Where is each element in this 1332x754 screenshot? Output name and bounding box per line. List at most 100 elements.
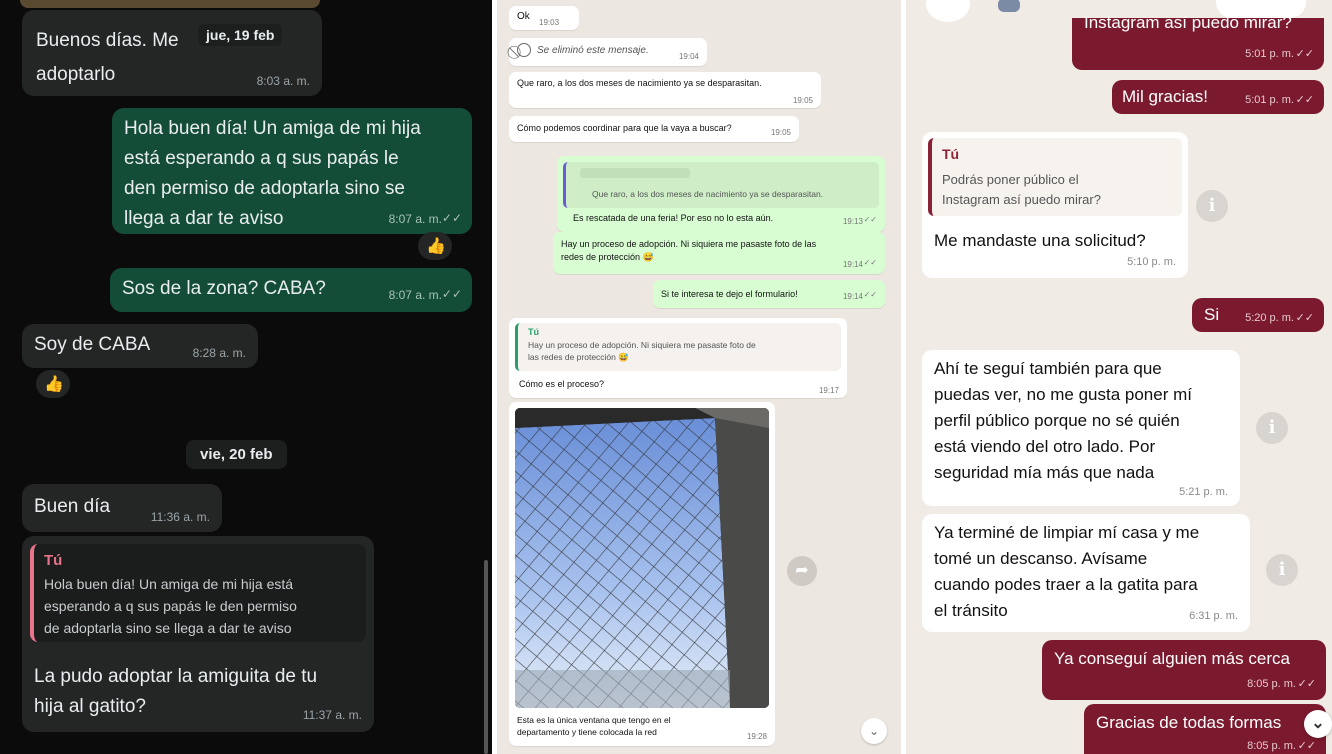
message-bubble-incoming[interactable]: ⃠ Se eliminó este mensaje. 19:04 xyxy=(509,38,707,66)
message-time: 19:04 xyxy=(678,52,699,61)
message-text: Que raro, a los dos meses de nacimiento … xyxy=(517,78,762,88)
header-button[interactable] xyxy=(926,0,970,22)
read-receipt-icon: ✓✓ xyxy=(1295,312,1314,324)
forward-icon[interactable]: ➦ xyxy=(787,556,817,586)
scroll-down-icon[interactable]: ⌄ xyxy=(1304,710,1332,738)
message-text: tomé un descanso. Avísame xyxy=(934,549,1148,568)
quoted-message[interactable]: Que raro, a los dos meses de nacimiento … xyxy=(563,162,879,208)
message-time: 11:36 a. m. xyxy=(150,510,210,524)
message-time: 8:28 a. m. xyxy=(192,346,246,360)
message-bubble-incoming[interactable]: Ya terminé de limpiar mí casa y me tomé … xyxy=(922,514,1250,632)
message-bubble-outgoing[interactable]: Si 5:20 p. m. ✓✓ xyxy=(1192,298,1324,332)
message-bubble-outgoing[interactable]: Hay un proceso de adopción. Ni siquiera … xyxy=(553,232,885,274)
quote-text: esperando a q sus papás le den permiso xyxy=(44,598,297,614)
message-text: puedas ver, no me gusta poner mí xyxy=(934,385,1192,404)
quote-author-blurred xyxy=(580,168,690,178)
message-time: 19:14 xyxy=(842,292,863,301)
message-text: Mil gracias! xyxy=(1122,87,1208,106)
left-chat-screenshot: Buenos días. Me adoptarlo 8:03 a. m. jue… xyxy=(0,0,492,754)
avatar[interactable] xyxy=(998,0,1020,12)
message-text: Ahí te seguí también para que xyxy=(934,359,1162,378)
message-bubble-incoming[interactable]: Buen día 11:36 a. m. xyxy=(22,484,222,532)
message-time: 19:13 xyxy=(842,217,863,226)
quote-author: Tú xyxy=(44,552,63,569)
message-text: perfil público porque no sé quién xyxy=(934,411,1180,430)
message-time: 6:31 p. m. xyxy=(1189,610,1238,622)
message-time: 19:14 xyxy=(842,260,863,269)
message-text: Soy de CABA xyxy=(34,334,151,355)
message-text: Si xyxy=(1204,305,1220,324)
read-receipt-icon: ✓✓ xyxy=(863,290,877,299)
message-bubble-incoming[interactable]: Ahí te seguí también para que puedas ver… xyxy=(922,350,1240,506)
reaction-badge[interactable]: 👍 xyxy=(418,232,452,260)
message-time: 19:28 xyxy=(746,732,767,741)
quote-text: Podrás poner público el xyxy=(942,172,1079,187)
message-text: hija al gatito? xyxy=(34,696,146,717)
message-time: 8:07 a. m. xyxy=(388,288,442,302)
message-text: redes de protección 😅 xyxy=(561,252,654,262)
quoted-message[interactable]: Tú Podrás poner público el Instagram así… xyxy=(928,138,1182,216)
read-receipt-icon: ✓✓ xyxy=(863,215,877,224)
read-receipt-icon: ✓✓ xyxy=(441,211,462,225)
scrollbar[interactable] xyxy=(484,560,488,754)
message-bubble-incoming[interactable]: Soy de CABA 8:28 a. m. xyxy=(22,324,258,368)
message-text: Se eliminó este mensaje. xyxy=(537,45,649,56)
message-text: Si te interesa te dejo el formulario! xyxy=(661,289,798,299)
reaction-badge[interactable]: 👍 xyxy=(36,370,70,398)
message-bubble-incoming[interactable]: Tú Hay un proceso de adopción. Ni siquie… xyxy=(509,318,847,398)
message-text: Es rescatada de una feria! Por eso no lo… xyxy=(573,213,774,223)
message-bubble-incoming[interactable]: Tú Podrás poner público el Instagram así… xyxy=(922,132,1188,278)
window-net-photo[interactable] xyxy=(515,408,769,708)
message-text: Cómo podemos coordinar para que la vaya … xyxy=(517,123,732,133)
message-bubble-incoming[interactable]: Cómo podemos coordinar para que la vaya … xyxy=(509,116,799,142)
info-icon[interactable]: i xyxy=(1266,554,1298,586)
info-icon[interactable]: i xyxy=(1196,190,1228,222)
scroll-down-icon[interactable]: ⌄ xyxy=(861,718,887,744)
message-text: Buenos días. Me xyxy=(36,30,179,51)
info-icon[interactable]: i xyxy=(1256,412,1288,444)
message-bubble-incoming[interactable]: Que raro, a los dos meses de nacimiento … xyxy=(509,72,821,108)
message-text: Gracias de todas formas xyxy=(1096,713,1282,732)
message-bubble-incoming[interactable]: Tú Hola buen día! Un amiga de mi hija es… xyxy=(22,536,374,732)
quote-text: Instagram así puedo mirar? xyxy=(942,192,1101,207)
message-time: 5:01 p. m. xyxy=(1245,94,1294,106)
message-bubble-outgoing[interactable]: Si te interesa te dejo el formulario! 19… xyxy=(653,280,885,308)
quote-text: Hola buen día! Un amiga de mi hija está xyxy=(44,576,294,592)
thumbs-up-icon: 👍 xyxy=(426,238,446,255)
image-bubble-edge xyxy=(20,0,320,8)
message-bubble-outgoing[interactable]: Gracias de todas formas 8:05 p. m. ✓✓ xyxy=(1084,704,1326,754)
read-receipt-icon: ✓✓ xyxy=(1295,48,1314,60)
message-text: está viendo del otro lado. Por xyxy=(934,437,1156,456)
message-time: 19:03 xyxy=(539,18,560,27)
message-bubble-incoming[interactable]: Ok 19:03 xyxy=(509,6,579,30)
message-bubble-outgoing[interactable]: Ya conseguí alguien más cerca 8:05 p. m.… xyxy=(1042,640,1326,700)
message-text: Cómo es el proceso? xyxy=(519,379,605,389)
message-time: 19:05 xyxy=(770,128,791,137)
message-bubble-outgoing[interactable]: Hola buen día! Un amiga de mi hija está … xyxy=(112,108,472,234)
message-text: seguridad mía más que nada xyxy=(934,463,1155,482)
read-receipt-icon: ✓✓ xyxy=(863,258,877,267)
message-time: 5:10 p. m. xyxy=(1127,256,1176,268)
quoted-message[interactable]: Tú Hay un proceso de adopción. Ni siquie… xyxy=(515,323,841,371)
thumbs-up-icon: 👍 xyxy=(44,376,64,393)
message-time: 19:05 xyxy=(792,96,813,105)
message-bubble-incoming[interactable]: Buenos días. Me adoptarlo 8:03 a. m. xyxy=(22,10,322,96)
message-bubble-outgoing[interactable]: Sos de la zona? CABA? 8:07 a. m. ✓✓ xyxy=(110,268,472,312)
message-bubble-outgoing[interactable]: Mil gracias! 5:01 p. m. ✓✓ xyxy=(1112,80,1324,114)
read-receipt-icon: ✓✓ xyxy=(441,287,462,301)
date-separator: vie, 20 feb xyxy=(186,440,287,469)
quoted-message[interactable]: Tú Hola buen día! Un amiga de mi hija es… xyxy=(30,544,366,642)
middle-chat-screenshot: Ok 19:03 ⃠ Se eliminó este mensaje. 19:0… xyxy=(497,0,901,754)
message-time: 11:37 a. m. xyxy=(302,708,362,722)
message-bubble-outgoing[interactable]: Instagram así puedo mirar? 5:01 p. m. ✓✓ xyxy=(1072,13,1324,70)
message-text: Ya conseguí alguien más cerca xyxy=(1054,649,1290,668)
photo-message[interactable]: Esta es la única ventana que tengo en el… xyxy=(509,402,775,746)
message-time: 5:01 p. m. xyxy=(1245,48,1294,60)
message-text: La pudo adoptar la amiguita de tu xyxy=(34,666,318,687)
message-bubble-outgoing[interactable]: Que raro, a los dos meses de nacimiento … xyxy=(557,156,885,232)
quote-text: Que raro, a los dos meses de nacimiento … xyxy=(592,189,824,199)
photo-caption: departamento y tiene colocada la red xyxy=(517,727,657,737)
message-time: 8:05 p. m. xyxy=(1247,678,1296,690)
message-time: 8:07 a. m. xyxy=(388,212,442,226)
date-separator: jue, 19 feb xyxy=(198,24,283,46)
